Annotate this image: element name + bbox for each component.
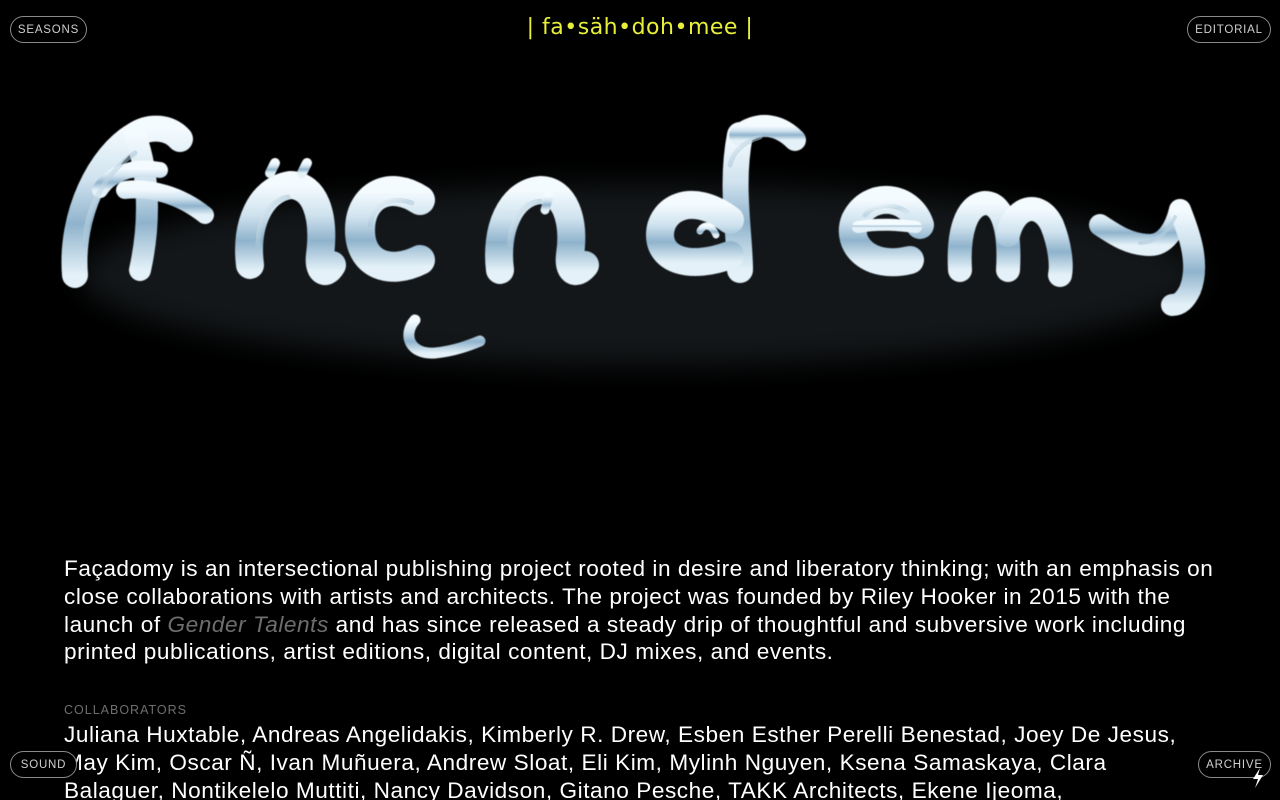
- editorial-button[interactable]: EDITORIAL: [1187, 16, 1271, 43]
- lightning-icon[interactable]: [1251, 768, 1265, 788]
- chrome-logo-graphic: [61, 114, 1206, 365]
- page: SEASONS EDITORIAL | fa•säh•doh•mee | Faç…: [0, 0, 1280, 800]
- about-paragraph: Façadomy is an intersectional publishing…: [64, 555, 1214, 666]
- collaborators-label: COLLABORATORS: [64, 703, 187, 717]
- seasons-button[interactable]: SEASONS: [10, 16, 87, 43]
- facademy-logo: [40, 95, 1240, 395]
- sound-button[interactable]: SOUND: [10, 751, 77, 778]
- pronunciation-header: | fa•säh•doh•mee |: [526, 15, 754, 40]
- collaborators-list: Juliana Huxtable, Andreas Angelidakis, K…: [64, 722, 1177, 800]
- gender-talents-link[interactable]: Gender Talents: [167, 612, 328, 637]
